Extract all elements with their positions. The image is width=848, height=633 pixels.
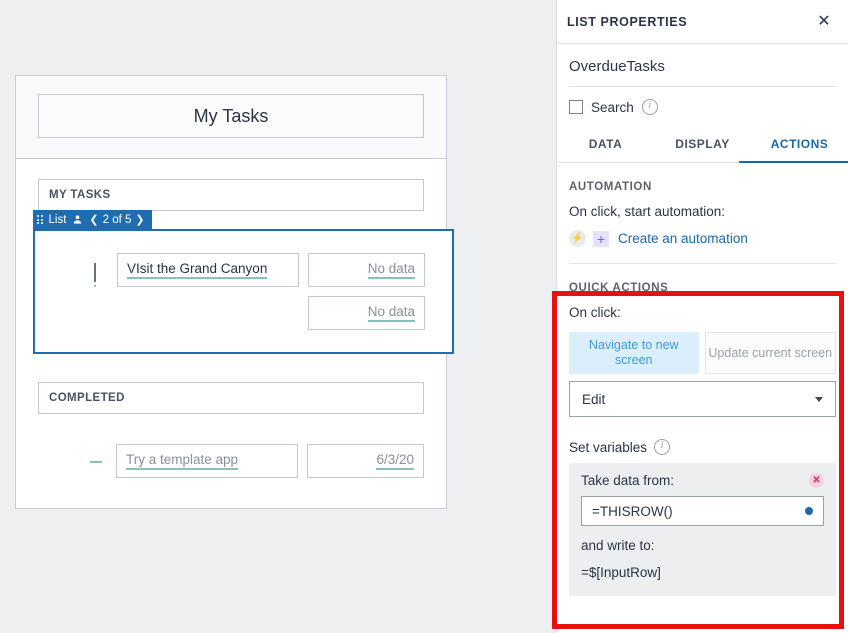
set-variables-card: Take data from: ✕ =THISROW() and write t… bbox=[569, 463, 836, 596]
section-label-text: COMPLETED bbox=[49, 392, 125, 404]
tab-label: DATA bbox=[588, 137, 623, 151]
automation-section-title: AUTOMATION bbox=[569, 181, 652, 193]
completed-list-region[interactable]: Try a template app 6/3/20 bbox=[38, 414, 424, 508]
task-title-cell[interactable]: VIsit the Grand Canyon bbox=[117, 253, 299, 287]
task-value-cell-1[interactable]: 6/3/20 bbox=[307, 444, 424, 478]
search-label: Search bbox=[591, 99, 634, 115]
active-tab-indicator bbox=[739, 160, 848, 163]
info-icon[interactable]: i bbox=[641, 99, 658, 115]
card-header: My Tasks bbox=[16, 76, 446, 159]
take-data-from-label: Take data from: bbox=[581, 473, 675, 488]
toggle-update-current-screen[interactable]: Update current screen bbox=[704, 332, 836, 374]
list-pager-text: 2 of 5 bbox=[102, 213, 132, 226]
take-data-from-row: Take data from: ✕ bbox=[581, 473, 824, 488]
checkbox-icon[interactable] bbox=[94, 263, 96, 287]
tab-display[interactable]: DISPLAY bbox=[654, 129, 751, 162]
search-toggle-row[interactable]: Search i bbox=[557, 87, 848, 115]
row-checkbox-cell[interactable] bbox=[73, 253, 117, 287]
task-value-1: No data bbox=[367, 261, 415, 279]
table-row[interactable]: Try a template app 6/3/20 bbox=[38, 444, 424, 478]
row-cell-col-right: No data No data bbox=[308, 253, 425, 330]
list-name-row[interactable]: OverdueTasks bbox=[569, 44, 836, 87]
tab-label: DISPLAY bbox=[675, 137, 730, 151]
automation-subtitle: On click, start automation: bbox=[569, 204, 726, 219]
tab-actions[interactable]: ACTIONS bbox=[751, 129, 848, 162]
panel-header: LIST PROPERTIES ✕ bbox=[557, 0, 848, 44]
task-title-cell-empty bbox=[117, 296, 299, 330]
panel-tabs: DATA DISPLAY ACTIONS bbox=[557, 129, 848, 163]
chevron-down-icon[interactable] bbox=[815, 396, 823, 402]
screen-title-box[interactable]: My Tasks bbox=[38, 94, 424, 138]
list-region-selected[interactable]: VIsit the Grand Canyon No data No data bbox=[33, 229, 454, 354]
section-label-completed[interactable]: COMPLETED bbox=[38, 382, 424, 414]
set-variables-header: Set variables i bbox=[569, 439, 836, 455]
blue-dot-icon[interactable] bbox=[805, 507, 813, 515]
chevron-right-icon[interactable]: ❯ bbox=[135, 213, 144, 226]
list-pager[interactable]: ❮ 2 of 5 ❯ bbox=[89, 213, 144, 227]
checkbox-indeterminate-icon[interactable] bbox=[90, 455, 102, 463]
row-checkbox-cell[interactable] bbox=[76, 444, 116, 463]
info-icon[interactable]: i bbox=[654, 439, 671, 455]
task-value-1: 6/3/20 bbox=[376, 452, 414, 470]
create-automation-row[interactable]: ⚡ + Create an automation bbox=[569, 230, 836, 247]
task-value-cell-2[interactable]: No data bbox=[308, 296, 425, 330]
page-title: LIST PROPERTIES bbox=[567, 14, 688, 29]
list-badge-label: List bbox=[48, 213, 67, 226]
app-preview-card: My Tasks MY TASKS List ❮ 2 of 5 ❯ VIsit … bbox=[15, 75, 454, 509]
quick-actions-section: QUICK ACTIONS On click: Navigate to new … bbox=[557, 282, 848, 596]
card-body: MY TASKS List ❮ 2 of 5 ❯ VIsit the Grand… bbox=[16, 159, 454, 508]
plus-icon[interactable]: + bbox=[593, 230, 609, 247]
tab-label: ACTIONS bbox=[770, 137, 829, 151]
formula-value: =THISROW() bbox=[592, 503, 673, 519]
lightning-bolt-icon: ⚡ bbox=[569, 230, 586, 247]
create-automation-link[interactable]: Create an automation bbox=[618, 231, 748, 246]
task-value-2: No data bbox=[367, 304, 415, 322]
divider bbox=[569, 263, 836, 264]
task-value-cell-1[interactable]: No data bbox=[308, 253, 425, 287]
toggle-label: Navigate to new screen bbox=[588, 338, 679, 367]
list-selection-badge[interactable]: List ❮ 2 of 5 ❯ bbox=[33, 210, 152, 229]
task-title-value: VIsit the Grand Canyon bbox=[127, 261, 268, 279]
drag-dots-icon[interactable] bbox=[37, 215, 43, 224]
remove-circle-icon[interactable]: ✕ bbox=[809, 473, 824, 488]
action-select[interactable]: Edit bbox=[569, 381, 836, 417]
toggle-label: Update current screen bbox=[708, 345, 833, 360]
search-checkbox[interactable] bbox=[569, 100, 583, 114]
set-variables-label: Set variables bbox=[569, 439, 648, 455]
automation-section: AUTOMATION On click, start automation: ⚡… bbox=[557, 181, 848, 247]
section-label-my-tasks[interactable]: MY TASKS bbox=[38, 179, 424, 211]
quick-actions-section-title: QUICK ACTIONS bbox=[569, 282, 669, 294]
selected-list-wrapper: List ❮ 2 of 5 ❯ VIsit the Grand Canyon N… bbox=[33, 210, 454, 354]
and-write-to-label: and write to: bbox=[581, 538, 655, 553]
screen-title-text: My Tasks bbox=[193, 105, 269, 126]
row-cells: VIsit the Grand Canyon No data No data bbox=[117, 253, 425, 330]
task-title-cell[interactable]: Try a template app bbox=[116, 444, 298, 478]
formula-input[interactable]: =THISROW() bbox=[581, 496, 824, 526]
table-row[interactable]: VIsit the Grand Canyon No data No data bbox=[35, 253, 452, 330]
close-icon[interactable]: ✕ bbox=[814, 12, 834, 32]
list-name-value: OverdueTasks bbox=[569, 58, 665, 75]
on-click-toggle-group: Navigate to new screen Update current sc… bbox=[569, 332, 836, 374]
action-select-value: Edit bbox=[582, 391, 606, 407]
write-target-value: =$[InputRow] bbox=[581, 565, 661, 580]
task-title-value: Try a template app bbox=[126, 452, 239, 470]
row-cells: Try a template app 6/3/20 bbox=[116, 444, 424, 478]
tab-data[interactable]: DATA bbox=[557, 129, 654, 162]
row-cell-col-left: VIsit the Grand Canyon bbox=[117, 253, 299, 330]
section-label-text: MY TASKS bbox=[49, 189, 111, 201]
app-canvas: My Tasks MY TASKS List ❮ 2 of 5 ❯ VIsit … bbox=[0, 0, 556, 633]
chevron-left-icon[interactable]: ❮ bbox=[89, 213, 98, 226]
list-properties-panel: LIST PROPERTIES ✕ OverdueTasks Search i … bbox=[556, 0, 848, 633]
toggle-navigate-to-new-screen[interactable]: Navigate to new screen bbox=[569, 332, 699, 374]
person-icon bbox=[72, 214, 83, 225]
quick-actions-subtitle: On click: bbox=[569, 305, 621, 320]
